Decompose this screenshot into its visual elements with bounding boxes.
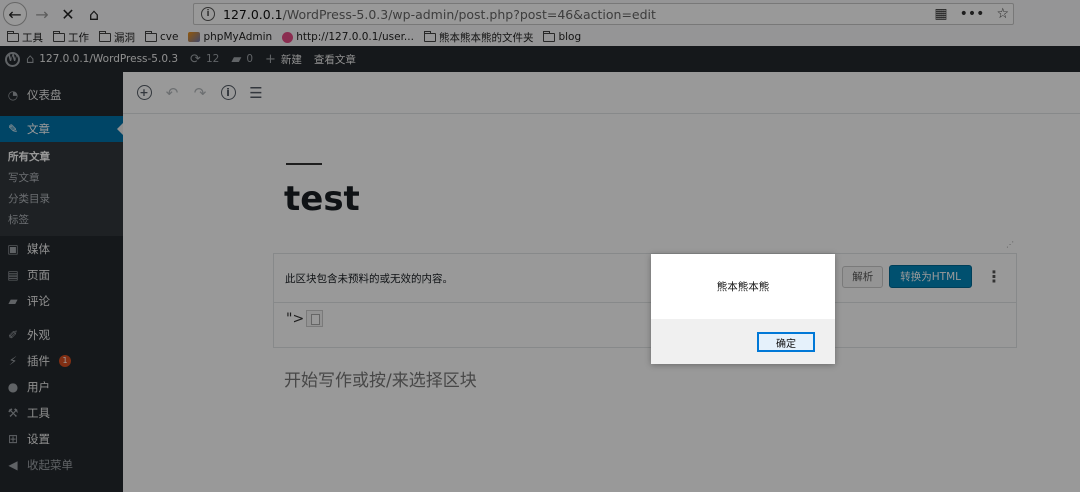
alert-footer: 确定	[651, 319, 835, 364]
modal-overlay	[0, 0, 1080, 492]
alert-dialog: 熊本熊本熊 确定	[651, 254, 835, 364]
ok-button[interactable]: 确定	[757, 332, 815, 352]
alert-message: 熊本熊本熊	[716, 281, 770, 293]
